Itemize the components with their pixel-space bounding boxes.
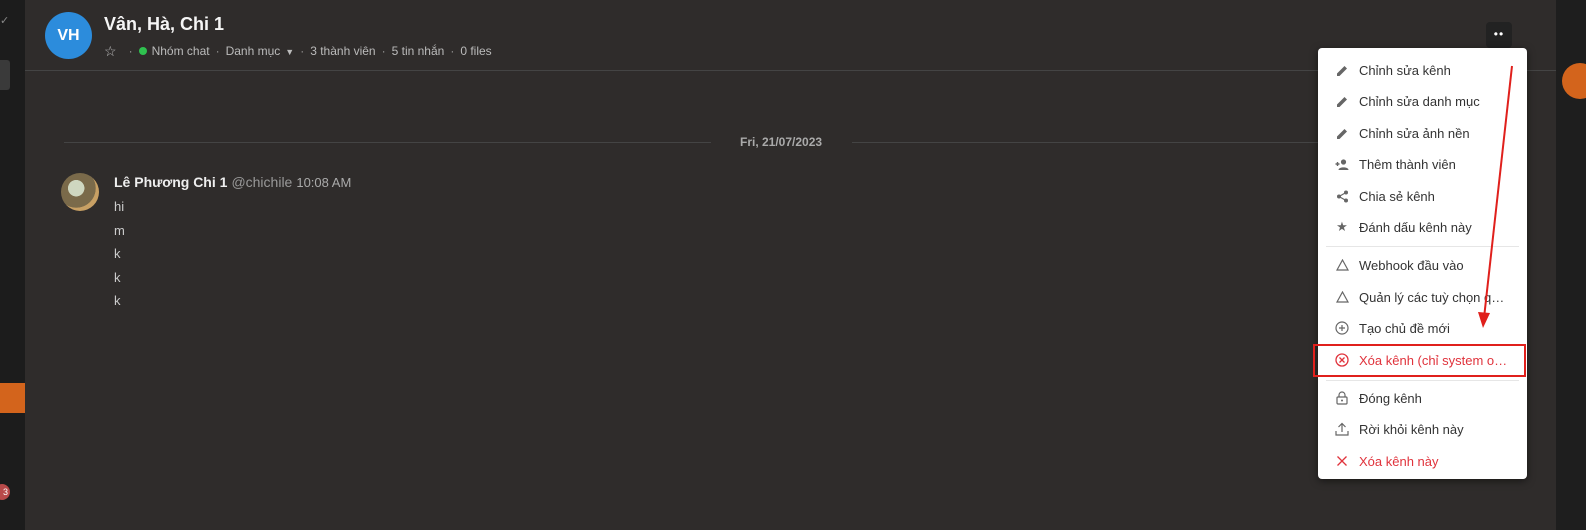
menu-item-add-member[interactable]: Thêm thành viên <box>1318 149 1527 179</box>
menu-item-label: Đóng kênh <box>1359 390 1422 406</box>
file-count[interactable]: 0 files <box>460 44 491 58</box>
message-body: hi m k k k <box>114 195 125 313</box>
menu-item-leave-channel[interactable]: Rời khỏi kênh này <box>1318 414 1527 444</box>
message-author-avatar[interactable] <box>61 173 99 211</box>
user-avatar[interactable] <box>1562 63 1586 99</box>
menu-item-incoming-webhook[interactable]: Webhook đầu vào <box>1318 250 1527 280</box>
menu-item-label: Chỉnh sửa ảnh nền <box>1359 125 1470 141</box>
date-separator: Fri, 21/07/2023 <box>740 135 823 149</box>
category-label: Danh mục <box>225 44 281 58</box>
pencil-icon <box>1335 94 1349 108</box>
upload-icon <box>1335 422 1349 436</box>
menu-item-label: Quản lý các tuỳ chọn quả... <box>1359 289 1511 305</box>
menu-item-edit-channel[interactable]: Chỉnh sửa kênh <box>1318 55 1527 85</box>
check-icon: ✓ <box>0 15 10 27</box>
lock-icon <box>1335 391 1349 405</box>
left-sidebar-edge: ✓ 3 <box>0 0 25 530</box>
message-author[interactable]: Lê Phương Chi 1 <box>114 174 227 190</box>
menu-item-share-channel[interactable]: Chia sẻ kênh <box>1318 181 1527 211</box>
menu-item-manage-options[interactable]: Quản lý các tuỳ chọn quả... <box>1318 282 1527 312</box>
meta-separator: · <box>381 44 386 58</box>
x-icon <box>1335 454 1349 468</box>
channel-options-menu: Chỉnh sửa kênh Chỉnh sửa danh mục Chỉnh … <box>1318 48 1527 479</box>
triangle-icon <box>1335 258 1349 272</box>
channel-avatar[interactable]: VH <box>45 12 92 59</box>
channel-meta: ☆ · Nhóm chat · Danh mục ▼ · 3 thành viên… <box>104 44 492 58</box>
menu-item-label: Chia sẻ kênh <box>1359 188 1435 204</box>
message-line: k <box>114 269 121 285</box>
message-count: 5 tin nhắn <box>391 44 445 58</box>
menu-item-label: Tạo chủ đề mới <box>1359 320 1450 336</box>
message-username[interactable]: @chichile <box>231 174 292 190</box>
menu-item-label: Đánh dấu kênh này <box>1359 219 1472 235</box>
plus-circle-icon <box>1335 321 1349 335</box>
meta-separator: · <box>215 44 220 58</box>
menu-divider <box>1326 246 1519 247</box>
triangle-icon <box>1335 290 1349 304</box>
pencil-icon <box>1335 63 1349 77</box>
member-count[interactable]: 3 thành viên <box>310 44 375 58</box>
menu-item-favorite-channel[interactable]: ★ Đánh dấu kênh này <box>1318 212 1527 242</box>
sidebar-active-item[interactable] <box>0 383 25 413</box>
message-line: hi <box>114 199 125 214</box>
category-dropdown[interactable]: Danh mục ▼ <box>226 44 295 58</box>
channel-type: Nhóm chat <box>151 44 210 58</box>
menu-item-close-channel[interactable]: Đóng kênh <box>1318 383 1527 413</box>
menu-item-label: Chỉnh sửa danh mục <box>1359 93 1480 109</box>
meta-separator: · <box>300 44 305 58</box>
message-line: m <box>114 222 125 238</box>
add-person-icon <box>1335 157 1349 171</box>
message-time: 10:08 AM <box>296 175 352 190</box>
message-line: k <box>114 293 121 309</box>
date-divider-left <box>64 142 711 143</box>
menu-item-label: Rời khỏi kênh này <box>1359 421 1464 437</box>
star-icon: ★ <box>1336 219 1348 234</box>
channel-title: Vân, Hà, Chi 1 <box>104 14 225 34</box>
annotation-highlight-box <box>1313 344 1526 377</box>
menu-item-edit-background[interactable]: Chỉnh sửa ảnh nền <box>1318 118 1527 148</box>
menu-item-label: Chỉnh sửa kênh <box>1359 62 1451 78</box>
favorite-star-icon[interactable]: ☆ <box>104 44 117 58</box>
chevron-down-icon: ▼ <box>285 47 295 57</box>
online-status-icon <box>138 47 147 55</box>
right-panel-edge <box>1556 0 1586 530</box>
message-header: Lê Phương Chi 1 @chichile 10:08 AM <box>114 174 351 190</box>
share-icon <box>1335 189 1349 203</box>
date-divider-right <box>852 142 1332 143</box>
menu-item-edit-category[interactable]: Chỉnh sửa danh mục <box>1318 86 1527 116</box>
sidebar-selected-item[interactable] <box>0 60 10 90</box>
unread-badge: 3 <box>0 484 10 500</box>
meta-separator: · <box>450 44 455 58</box>
menu-item-label: Webhook đầu vào <box>1359 257 1464 273</box>
pencil-icon <box>1335 126 1349 140</box>
more-options-button[interactable]: •• <box>1486 22 1512 48</box>
meta-separator: · <box>128 44 133 58</box>
menu-item-label: Thêm thành viên <box>1359 156 1456 172</box>
menu-item-delete-channel[interactable]: Xóa kênh này <box>1318 446 1527 476</box>
message-line: k <box>114 246 121 262</box>
menu-item-label: Xóa kênh này <box>1359 453 1439 469</box>
menu-item-create-topic[interactable]: Tạo chủ đề mới <box>1318 313 1527 343</box>
menu-divider <box>1326 380 1519 381</box>
